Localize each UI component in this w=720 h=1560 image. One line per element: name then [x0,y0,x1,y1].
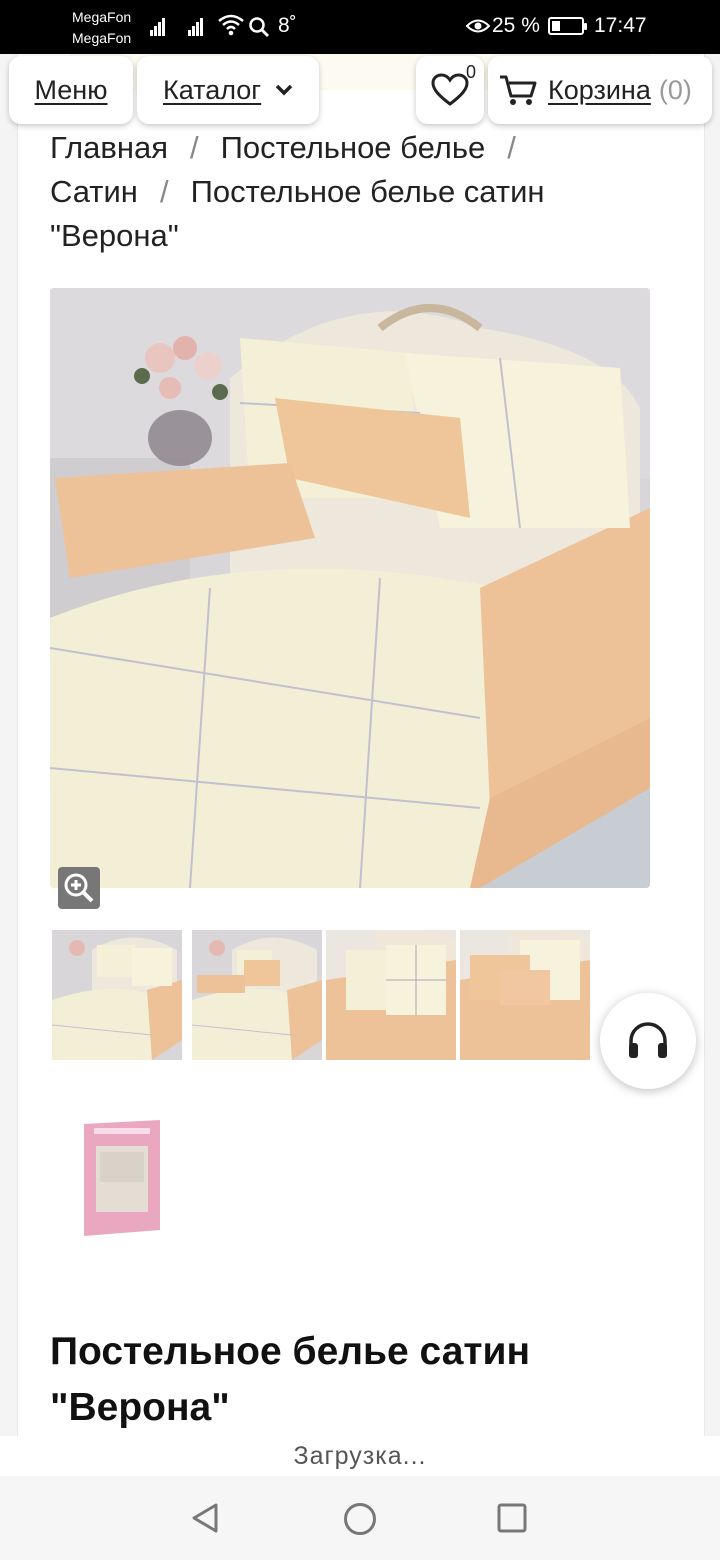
system-nav-bar [0,1476,720,1560]
signal-icon [150,18,166,36]
search-icon [249,17,270,38]
favorites-button[interactable]: 0 [416,56,484,124]
favorites-count: 0 [465,62,476,82]
support-chat-button[interactable] [600,993,696,1089]
battery-percent: 25 % [492,14,540,37]
clock: 17:47 [594,14,647,37]
cart-icon [500,75,537,105]
back-icon[interactable] [190,1502,222,1534]
breadcrumb-separator: / [190,130,199,165]
breadcrumb-bedding[interactable]: Постельное белье [221,130,486,165]
chevron-down-icon [275,84,293,96]
cart-label: Корзина [548,74,651,105]
breadcrumb-satin[interactable]: Сатин [50,174,138,209]
breadcrumb-separator: / [507,130,516,165]
menu-label: Меню [34,74,108,105]
headset-icon [629,1022,667,1058]
wifi-icon [218,14,244,36]
recents-icon[interactable] [496,1502,528,1534]
eye-icon [466,19,490,33]
temperature: 8˚ [278,14,297,37]
catalog-label: Каталог [163,74,262,105]
cart-count: (0) [658,74,692,105]
carrier-info: MegaFon MegaFon [72,7,131,49]
breadcrumb: Главная / Постельное белье / Сатин / Постельно… [50,126,660,258]
heart-icon [431,73,469,106]
thumbnail-image[interactable] [52,930,182,1060]
carrier-1: MegaFon [72,9,132,25]
thumbnail-image[interactable] [326,930,456,1060]
status-bar: MegaFon MegaFon 8˚ 25 % 17:47 [0,0,720,54]
zoom-icon[interactable] [58,867,100,909]
battery-icon [548,17,587,35]
signal-icon [188,18,204,36]
carrier-2: MegaFon [72,30,132,46]
menu-button[interactable]: Меню [9,56,133,124]
breadcrumb-home[interactable]: Главная [50,130,168,165]
thumbnail-image[interactable] [192,930,322,1060]
product-main-image[interactable] [50,288,650,888]
product-title: Постельное белье сатин "Верона" [50,1330,531,1429]
cart-button[interactable]: Корзина (0) [488,56,712,124]
thumbnail-image[interactable] [460,930,590,1060]
catalog-button[interactable]: Каталог [137,56,319,124]
loading-indicator: Загрузка... [0,1436,720,1476]
breadcrumb-separator: / [159,174,169,209]
package-image[interactable] [80,1118,164,1238]
home-icon[interactable] [343,1502,377,1536]
